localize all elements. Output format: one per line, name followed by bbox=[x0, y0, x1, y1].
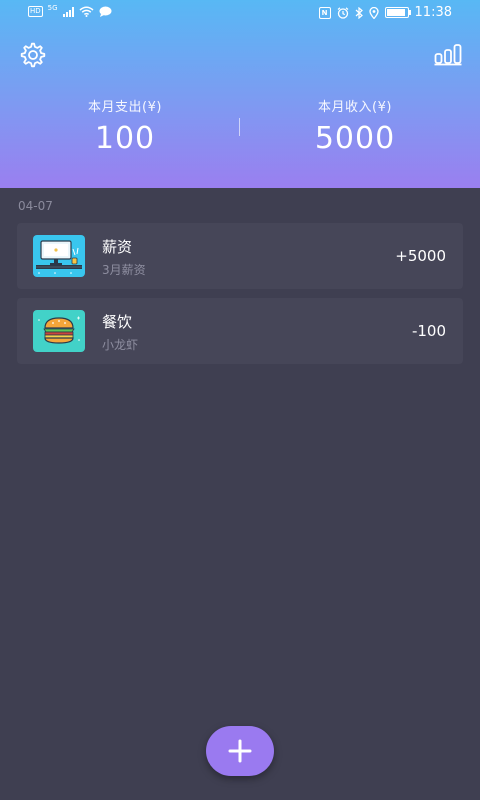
record-amount: -100 bbox=[411, 322, 446, 340]
battery-icon bbox=[384, 7, 411, 18]
message-icon bbox=[99, 6, 112, 17]
record-item-dining[interactable]: 餐饮 小龙虾 -100 bbox=[17, 298, 463, 364]
status-time: 11:38 bbox=[414, 5, 452, 20]
expense-value: 100 bbox=[94, 121, 156, 156]
record-note: 3月薪资 bbox=[102, 263, 146, 277]
wifi-icon bbox=[79, 6, 94, 17]
monthly-summary: 本月支出(¥) 100 本月收入(¥) 5000 bbox=[0, 96, 480, 166]
network-type: 5G bbox=[47, 3, 58, 12]
settings-gear-icon[interactable] bbox=[18, 40, 48, 70]
location-icon bbox=[368, 6, 379, 19]
battery-level bbox=[386, 9, 406, 16]
status-right: N 11:38 bbox=[318, 5, 452, 20]
record-note: 小龙虾 bbox=[102, 338, 139, 352]
record-item-salary[interactable]: 薪资 3月薪资 +5000 bbox=[17, 223, 463, 289]
income-label: 本月收入(¥) bbox=[318, 100, 392, 115]
status-bar: HD 5G N 11:38 bbox=[0, 0, 480, 28]
income-value: 5000 bbox=[314, 121, 396, 156]
record-category: 餐饮 bbox=[102, 313, 133, 331]
plus-icon bbox=[228, 739, 252, 763]
alarm-icon bbox=[337, 6, 348, 19]
hd-badge: HD bbox=[28, 6, 43, 17]
add-record-button[interactable] bbox=[206, 726, 274, 776]
date-group-header: 04-07 bbox=[18, 199, 53, 213]
salary-desk-icon bbox=[33, 235, 85, 277]
status-left: HD 5G bbox=[28, 3, 112, 17]
record-category: 薪资 bbox=[102, 238, 133, 256]
nfc-icon: N bbox=[318, 6, 331, 19]
burger-icon bbox=[33, 310, 85, 352]
statistics-chart-icon[interactable] bbox=[434, 42, 462, 66]
record-amount: +5000 bbox=[395, 247, 446, 265]
expense-label: 本月支出(¥) bbox=[88, 100, 162, 115]
income-summary[interactable]: 本月收入(¥) 5000 bbox=[235, 96, 475, 156]
header-summary: HD 5G N 11:38 本月支出(¥) 100 本月收入(¥) 5000 bbox=[0, 0, 480, 188]
bluetooth-icon bbox=[355, 6, 363, 19]
signal-icon bbox=[62, 6, 74, 17]
expense-summary[interactable]: 本月支出(¥) 100 bbox=[5, 96, 245, 156]
